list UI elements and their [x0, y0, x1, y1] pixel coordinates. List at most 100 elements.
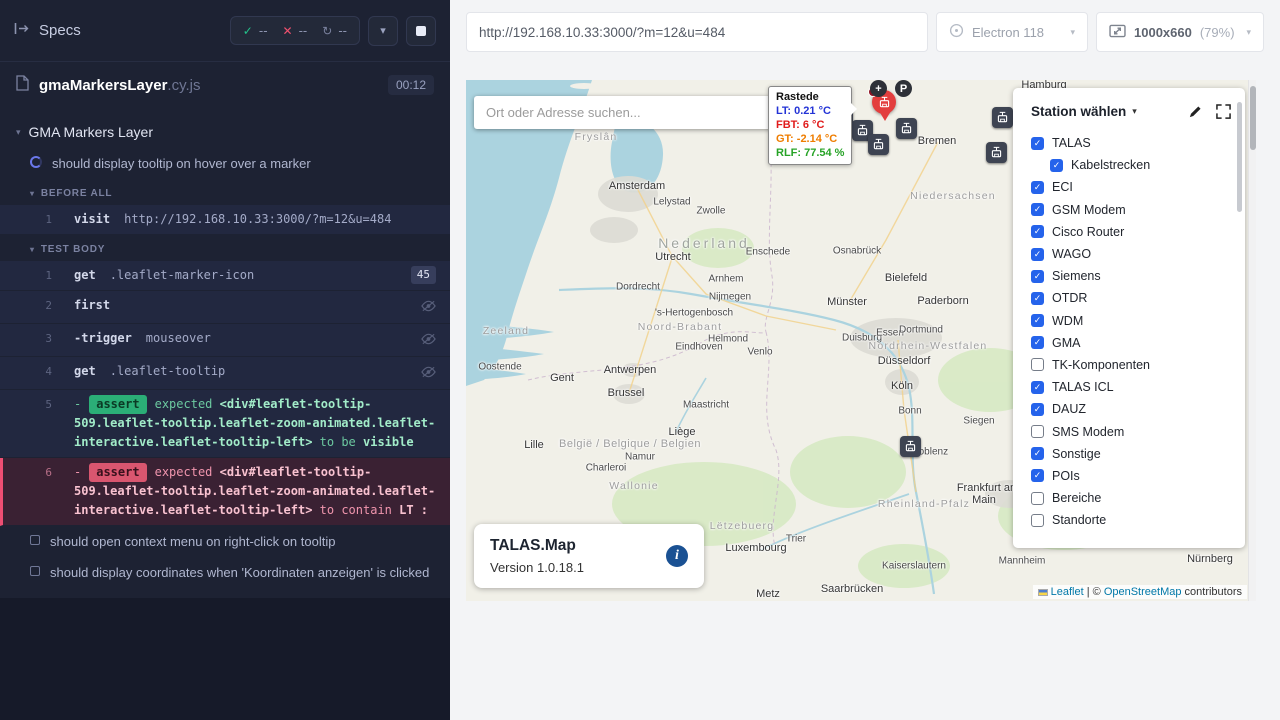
active-test-row[interactable]: should display tooltip on hover over a m…	[0, 148, 450, 179]
layer-row[interactable]: ✓DAUZ	[1031, 398, 1231, 420]
map-circle-button-p[interactable]: P	[895, 80, 912, 97]
electron-icon	[949, 23, 964, 41]
layer-row[interactable]: ✓WDM	[1031, 310, 1231, 332]
suite-row[interactable]: ▾ GMA Markers Layer	[0, 116, 450, 148]
layer-row[interactable]: ✓Cisco Router	[1031, 221, 1231, 243]
assert-text: to contain	[312, 503, 399, 517]
station-select-label: Station wählen	[1031, 104, 1126, 119]
test-body-section[interactable]: ▾ TEST BODY	[0, 235, 450, 261]
map-label: Charleroi	[586, 463, 627, 474]
spec-file-row[interactable]: gmaMarkersLayer.cy.js 00:12	[0, 62, 450, 108]
map[interactable]: FryslânAmsterdamLelystadZwolleNederlandU…	[466, 80, 1256, 601]
command-row[interactable]: 3-triggermouseover	[0, 324, 450, 357]
layer-row[interactable]: ✓GMA	[1031, 332, 1231, 354]
search-input[interactable]	[474, 96, 772, 129]
layer-row[interactable]: ✓ECI	[1031, 176, 1231, 198]
layer-row[interactable]: ✓ OTDR	[1031, 287, 1231, 309]
pending-test-icon	[30, 535, 40, 545]
layer-row[interactable]: ✓ WAGO	[1031, 243, 1231, 265]
fullscreen-icon[interactable]	[1216, 104, 1231, 119]
checkbox-unchecked[interactable]	[1031, 514, 1044, 527]
checkbox-checked[interactable]: ✓	[1031, 336, 1044, 349]
layer-row[interactable]: Standorte	[1031, 509, 1231, 531]
tooltip-rows: LT: 0.21 °CFBT: 6 °CGT: -2.14 °CRLF: 77.…	[776, 104, 844, 160]
map-label: Münster	[827, 296, 867, 308]
command-row[interactable]: 1get.leaflet-marker-icon45	[0, 261, 450, 291]
pending-test-row[interactable]: should display coordinates when 'Koordin…	[0, 557, 450, 588]
specs-menu-button[interactable]: Specs	[14, 22, 81, 40]
layer-row[interactable]: ✓ Kabelstrecken	[1050, 154, 1231, 176]
checkbox-checked[interactable]: ✓	[1031, 314, 1044, 327]
map-label: Dordrecht	[616, 282, 660, 293]
checkbox-checked[interactable]: ✓	[1031, 225, 1044, 238]
app-version: Version 1.0.18.1	[490, 560, 584, 575]
checkbox-checked[interactable]: ✓	[1031, 447, 1044, 460]
checkbox-unchecked[interactable]	[1031, 358, 1044, 371]
url-bar-input[interactable]	[466, 12, 928, 52]
checkbox-unchecked[interactable]	[1031, 425, 1044, 438]
layer-row[interactable]: ✓TALAS	[1031, 132, 1231, 154]
collapse-button[interactable]: ▾	[368, 16, 398, 46]
map-circle-button-+[interactable]: +	[870, 80, 887, 97]
station-marker[interactable]	[992, 107, 1013, 128]
test-stats: ✓-- ✕-- ↻--	[230, 16, 360, 45]
checkbox-checked[interactable]: ✓	[1031, 181, 1044, 194]
map-label: Bremen	[918, 135, 957, 147]
station-marker[interactable]	[986, 142, 1007, 163]
browser-name: Electron 118	[972, 25, 1044, 40]
leaflet-link[interactable]: Leaflet	[1051, 586, 1084, 598]
tooltip-arrow	[851, 103, 857, 115]
checkbox-checked[interactable]: ✓	[1031, 292, 1044, 305]
map-label: Niedersachsen	[910, 190, 996, 202]
command-row[interactable]: 6-assertexpected <div#leaflet-tooltip-50…	[0, 458, 450, 526]
chevron-down-icon: ▾	[1246, 27, 1251, 38]
command-row[interactable]: 1visithttp://192.168.10.33:3000/?m=12&u=…	[0, 205, 450, 235]
layer-row[interactable]: ✓POIs	[1031, 465, 1231, 487]
edit-pencil-icon[interactable]	[1188, 104, 1203, 119]
station-select-dropdown[interactable]: Station wählen ▾	[1031, 104, 1231, 119]
layer-row[interactable]: ✓Siemens	[1031, 265, 1231, 287]
checkbox-checked[interactable]: ✓	[1031, 203, 1044, 216]
info-icon[interactable]: i	[666, 545, 688, 567]
layer-label: OTDR	[1052, 291, 1087, 305]
checkbox-checked[interactable]: ✓	[1050, 159, 1063, 172]
checkbox-checked[interactable]: ✓	[1031, 248, 1044, 261]
command-row[interactable]: 2first	[0, 291, 450, 324]
map-label: Lëtzebuerg	[710, 520, 775, 532]
checkbox-unchecked[interactable]	[1031, 492, 1044, 505]
checkbox-checked[interactable]: ✓	[1031, 403, 1044, 416]
layer-row[interactable]: ✓Sonstige	[1031, 443, 1231, 465]
stop-button[interactable]	[406, 16, 436, 46]
station-marker[interactable]	[900, 436, 921, 457]
checkbox-checked[interactable]: ✓	[1031, 137, 1044, 150]
layer-row[interactable]: SMS Modem	[1031, 420, 1231, 442]
station-marker[interactable]	[868, 134, 889, 155]
browser-selector[interactable]: Electron 118 ▾	[936, 12, 1088, 52]
layer-row[interactable]: ✓TALAS ICL	[1031, 376, 1231, 398]
layer-row[interactable]: TK-Komponenten	[1031, 354, 1231, 376]
checkbox-checked[interactable]: ✓	[1031, 381, 1044, 394]
before-all-section[interactable]: ▾ BEFORE ALL	[0, 179, 450, 205]
map-scrollbar[interactable]	[1248, 80, 1256, 601]
panel-scrollbar[interactable]	[1237, 100, 1242, 536]
station-marker[interactable]	[896, 118, 917, 139]
pending-test-row[interactable]: should open context menu on right-click …	[0, 526, 450, 557]
command-row[interactable]: 4get.leaflet-tooltip	[0, 357, 450, 390]
osm-link[interactable]: OpenStreetMap	[1104, 586, 1182, 598]
checkbox-checked[interactable]: ✓	[1031, 469, 1044, 482]
layer-label: WAGO	[1052, 247, 1091, 261]
map-label: Bielefeld	[885, 272, 927, 284]
command-log: ▾ GMA Markers Layer should display toolt…	[0, 108, 450, 598]
checkbox-checked[interactable]: ✓	[1031, 270, 1044, 283]
layer-row[interactable]: Bereiche	[1031, 487, 1231, 509]
command-row[interactable]: 5-assertexpected <div#leaflet-tooltip-50…	[0, 390, 450, 458]
map-label: Luxembourg	[725, 542, 786, 554]
map-scrollbar-thumb[interactable]	[1250, 86, 1256, 150]
layer-row[interactable]: ✓GSM Modem	[1031, 199, 1231, 221]
map-label: Zeeland	[483, 325, 529, 337]
map-label: Antwerpen	[604, 364, 657, 376]
chevron-down-icon: ▾	[30, 189, 35, 198]
layer-label: Kabelstrecken	[1071, 158, 1150, 172]
panel-scrollbar-thumb[interactable]	[1237, 102, 1242, 212]
viewport-selector[interactable]: 1000x660 (79%) ▾	[1096, 12, 1264, 52]
